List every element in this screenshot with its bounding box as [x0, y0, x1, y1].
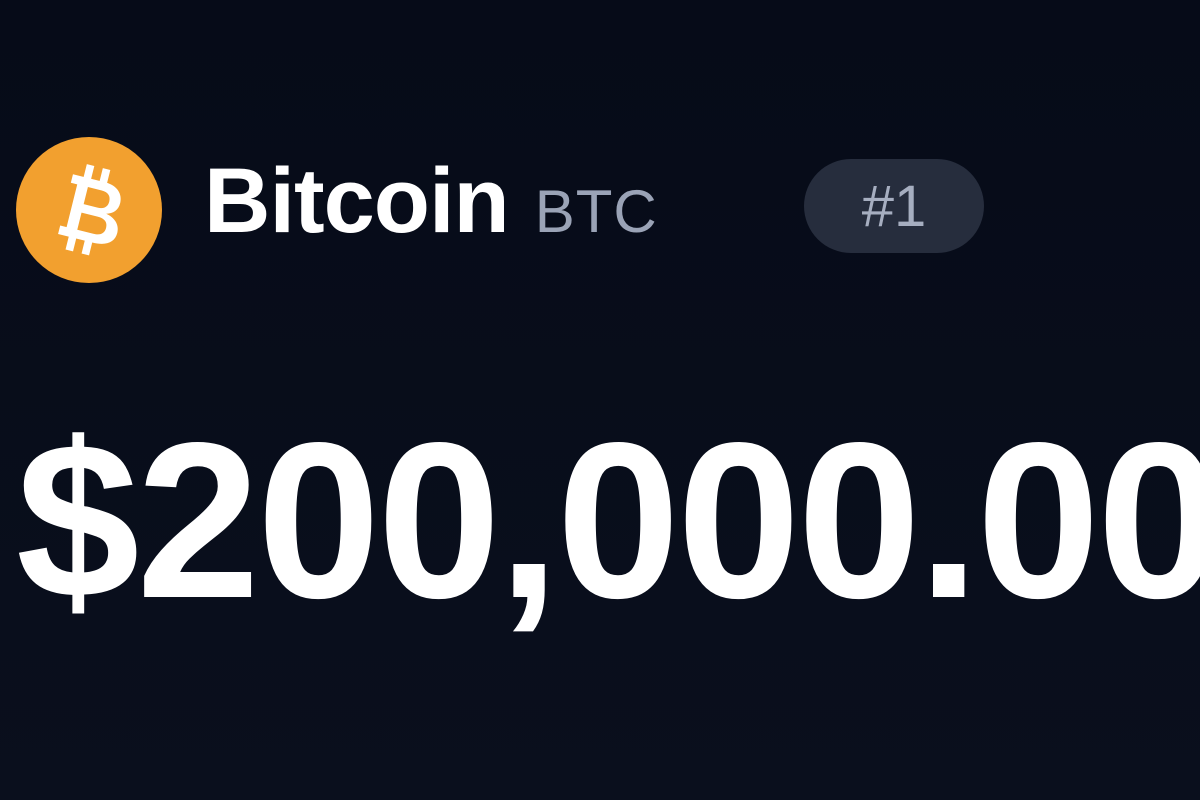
coin-price-card: Bitcoin BTC #1 $200,000.00: [0, 0, 1200, 800]
rank-label: #1: [861, 173, 927, 239]
rank-badge: #1: [804, 159, 984, 253]
bitcoin-symbol-icon: [58, 164, 121, 256]
price-value: $200,000.00: [16, 397, 1200, 645]
coin-header: Bitcoin BTC: [16, 136, 658, 284]
coin-symbol: BTC: [534, 178, 658, 245]
bitcoin-logo-icon: [16, 137, 162, 283]
coin-name: Bitcoin: [204, 150, 510, 252]
